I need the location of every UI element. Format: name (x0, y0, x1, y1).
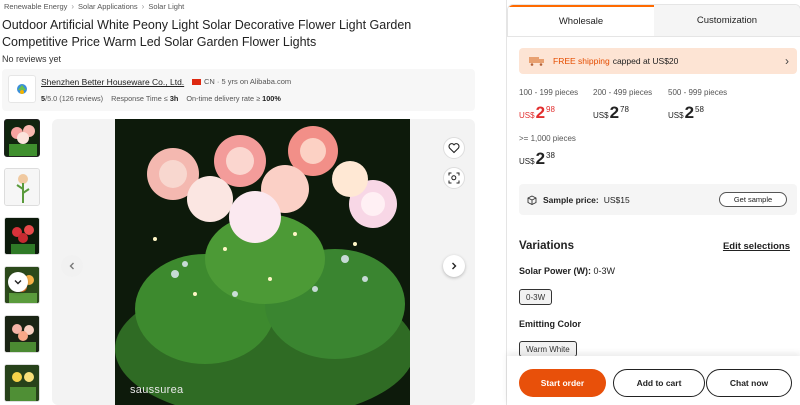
tier-price: US$ 2 78 (593, 103, 629, 123)
image-watermark: saussurea (130, 384, 184, 396)
truck-icon (529, 57, 544, 66)
tier-qty: 500 - 999 pieces (668, 88, 728, 97)
price-currency: US$ (668, 111, 684, 120)
supplier-rating: 5/5.0 (126 reviews) (41, 94, 103, 103)
main-product-image[interactable] (115, 119, 415, 405)
add-to-cart-button[interactable]: Add to cart (613, 369, 705, 397)
breadcrumb-item[interactable]: Renewable Energy (4, 2, 67, 11)
tier-price: US$ 2 58 (668, 103, 704, 123)
flower-stake-thumbnail-image (5, 169, 39, 205)
sample-price-row: Sample price: US$15 Get sample (519, 184, 797, 215)
chat-now-button[interactable]: Chat now (706, 369, 792, 397)
emitting-color-name: Emitting Color (519, 319, 581, 329)
chevron-left-icon (69, 262, 74, 270)
breadcrumb: Renewable Energy › Solar Applications › … (4, 2, 184, 11)
edit-selections-link[interactable]: Edit selections (723, 241, 790, 252)
thumbnail-3[interactable] (4, 217, 40, 255)
option-chip-0-3w[interactable]: 0-3W (519, 289, 553, 305)
response-label: Response Time ≤ (111, 94, 168, 103)
ontime-rate: On-time delivery rate ≥ 100% (186, 94, 280, 103)
price-whole: 2 (535, 149, 546, 168)
image-search-button[interactable] (443, 167, 465, 189)
tab-customization[interactable]: Customization (654, 5, 800, 36)
chevron-right-icon: › (71, 2, 75, 11)
cn-flag-icon (192, 79, 201, 85)
tier-price: US$ 2 98 (519, 103, 555, 123)
supplier-meta: CN · 5 yrs on Alibaba.com (204, 77, 292, 86)
solar-power-label: Solar Power (W): 0-3W (519, 266, 615, 276)
flower-thumbnail-image (5, 120, 39, 156)
action-bar: Start order Add to cart Chat now (507, 356, 800, 405)
price-whole: 2 (609, 103, 620, 122)
ontime-value: 100% (262, 94, 281, 103)
purchase-panel: Wholesale Customization FREE shipping ca… (506, 0, 800, 405)
shipping-banner[interactable]: FREE shipping capped at US$20 › (519, 48, 797, 74)
solar-flower-lights-image (115, 119, 415, 405)
price-currency: US$ (593, 111, 609, 120)
solar-power-value: 0-3W (593, 266, 616, 276)
start-order-button[interactable]: Start order (519, 369, 606, 397)
price-cents: 78 (620, 105, 629, 114)
breadcrumb-item[interactable]: Solar Light (148, 2, 184, 11)
tab-wholesale[interactable]: Wholesale (508, 5, 654, 36)
free-shipping-label: FREE shipping (553, 56, 610, 66)
tier-price: US$ 2 38 (519, 149, 555, 169)
heart-icon (448, 143, 460, 154)
sample-price-label: Sample price: (543, 194, 599, 205)
price-cents: 38 (546, 151, 555, 160)
option-chip-warm-white[interactable]: Warm White (519, 341, 577, 357)
product-title: Outdoor Artificial White Peony Light Sol… (2, 18, 412, 49)
chevron-right-icon: › (141, 2, 145, 11)
reviews-status: No reviews yet (2, 54, 62, 64)
emitting-color-label: Emitting Color (519, 319, 581, 329)
solar-power-name: Solar Power (W): (519, 266, 592, 276)
main-image-viewer: saussurea (52, 119, 475, 405)
supplier-stats: 5/5.0 (126 reviews) Response Time ≤ 3h O… (41, 94, 281, 103)
get-sample-button[interactable]: Get sample (719, 192, 787, 207)
previous-image-button[interactable] (61, 255, 83, 277)
sample-price-value: US$15 (603, 194, 630, 205)
price-cents: 58 (695, 105, 704, 114)
supplier-card: Shenzhen Better Houseware Co., Ltd. CN ·… (2, 69, 475, 111)
yellow-flower-thumbnail-image (5, 365, 39, 401)
chevron-right-icon: › (785, 54, 789, 68)
tier-qty: >= 1,000 pieces (519, 134, 576, 143)
favorite-button[interactable] (443, 137, 465, 159)
tier-qty: 100 - 199 pieces (519, 88, 579, 97)
chevron-right-icon (452, 262, 457, 270)
pink-flower-thumbnail-image (5, 316, 39, 352)
scan-search-icon (448, 172, 460, 184)
rating-suffix: /5.0 (126 reviews) (45, 94, 104, 103)
tier-qty: 200 - 499 pieces (593, 88, 653, 97)
next-image-button[interactable] (443, 255, 465, 277)
thumbnail-strip (4, 119, 40, 405)
chevron-down-icon (14, 280, 22, 285)
red-flower-thumbnail-image (5, 218, 39, 254)
response-value: 3h (169, 94, 179, 103)
supplier-logo[interactable] (8, 75, 36, 103)
breadcrumb-item[interactable]: Solar Applications (78, 2, 138, 11)
price-currency: US$ (519, 111, 535, 120)
thumbnail-1[interactable] (4, 119, 40, 157)
price-currency: US$ (519, 157, 535, 166)
ontime-label: On-time delivery rate ≥ (186, 94, 261, 103)
thumbnail-5[interactable] (4, 315, 40, 353)
response-time: Response Time ≤ 3h (111, 94, 178, 103)
thumbnail-6[interactable] (4, 364, 40, 402)
supplier-name-link[interactable]: Shenzhen Better Houseware Co., Ltd. (41, 77, 184, 87)
variations-heading: Variations (519, 240, 574, 252)
price-whole: 2 (535, 103, 546, 122)
thumbnails-scroll-down-button[interactable] (8, 272, 28, 292)
supplier-logo-icon (17, 84, 27, 94)
thumbnail-2[interactable] (4, 168, 40, 206)
price-cents: 98 (546, 105, 555, 114)
pricing-tabs: Wholesale Customization (507, 4, 800, 37)
box-icon (527, 194, 537, 205)
shipping-cap-text: capped at US$20 (612, 56, 679, 66)
price-whole: 2 (684, 103, 695, 122)
